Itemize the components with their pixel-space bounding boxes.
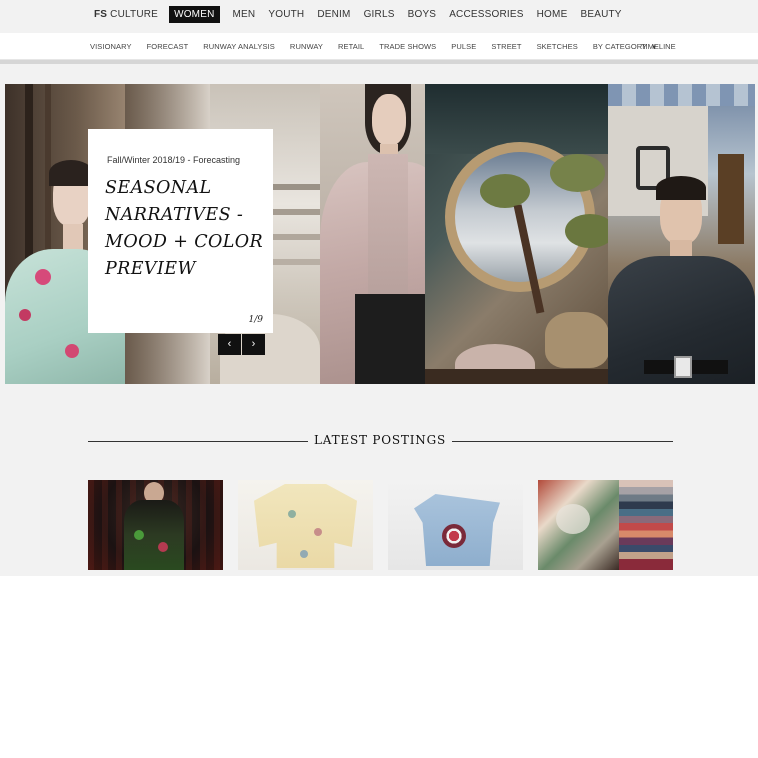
subnav-item-retail[interactable]: RETAIL [338,42,364,51]
heading-rule-right [452,441,673,442]
subnav-item-forecast[interactable]: FORECAST [147,42,189,51]
top-nav: FS CULTURE WOMEN MEN YOUTH DENIM GIRLS B… [94,5,635,23]
hero-caption-card[interactable]: Fall/Winter 2018/19 - Forecasting SEASON… [88,129,273,333]
posting-thumb-color-palette[interactable] [538,480,673,570]
subnav-item-runway-analysis[interactable]: RUNWAY ANALYSIS [203,42,275,51]
latest-postings-heading: LATEST POSTINGS [314,433,446,447]
nav-item-men[interactable]: MEN [233,9,256,20]
chevron-left-icon: ‹ [227,338,232,350]
sub-nav: VISIONARY FORECAST RUNWAY ANALYSIS RUNWA… [90,42,672,51]
subnav-item-runway[interactable]: RUNWAY [290,42,323,51]
subnav-item-timeline[interactable]: TIMELINE [641,42,676,51]
posting-thumb-kimono[interactable] [238,480,373,570]
posting-thumb-runway-look[interactable] [88,480,223,570]
hero-image-panel-5 [608,84,755,384]
subnav-item-pulse[interactable]: PULSE [451,42,476,51]
hero-kicker: Fall/Winter 2018/19 - Forecasting [107,155,241,165]
nav-item-women[interactable]: WOMEN [169,5,220,23]
hero-image-panel-4 [425,84,610,384]
top-bar: FS CULTURE WOMEN MEN YOUTH DENIM GIRLS B… [0,0,758,33]
chevron-right-icon: › [251,338,256,350]
brand-logo[interactable]: FS CULTURE [94,9,158,20]
subnav-item-trade-shows[interactable]: TRADE SHOWS [379,42,436,51]
nav-item-accessories[interactable]: ACCESSORIES [449,9,523,20]
subnav-item-visionary[interactable]: VISIONARY [90,42,132,51]
hero-title[interactable]: SEASONAL NARRATIVES - MOOD + COLOR PREVI… [105,175,265,283]
nav-item-girls[interactable]: GIRLS [364,9,395,20]
next-slide-button[interactable]: › [242,334,265,355]
nav-item-boys[interactable]: BOYS [408,9,437,20]
nav-item-youth[interactable]: YOUTH [268,9,304,20]
by-category-label: BY CATEGORY [592,42,648,51]
subnav-item-sketches[interactable]: SKETCHES [537,42,578,51]
nav-item-denim[interactable]: DENIM [317,9,350,20]
slide-counter: 1/9 [248,315,263,325]
subnav-item-street[interactable]: STREET [491,42,521,51]
nav-item-home[interactable]: HOME [537,9,568,20]
heading-rule-left [88,441,308,442]
nav-item-beauty[interactable]: BEAUTY [580,9,621,20]
prev-slide-button[interactable]: ‹ [218,334,241,355]
posting-thumb-ruffle-top[interactable] [388,480,523,570]
